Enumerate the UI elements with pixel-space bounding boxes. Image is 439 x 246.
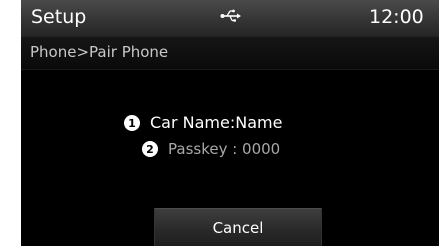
clock: 12:00 bbox=[369, 6, 424, 28]
passkey-row: 2 Passkey : 0000 bbox=[142, 139, 280, 159]
usb-icon bbox=[220, 8, 242, 24]
breadcrumb: Phone>Pair Phone bbox=[30, 43, 169, 61]
screen-title: Setup bbox=[31, 6, 87, 28]
number-badge-1: 1 bbox=[124, 115, 140, 131]
pair-phone-screen: Setup 12:00 Phone>Pair Phone 1 Car Name:… bbox=[21, 0, 439, 246]
car-name-row: 1 Car Name:Name bbox=[124, 113, 282, 133]
cancel-button[interactable]: Cancel bbox=[154, 208, 322, 246]
car-name-text: Car Name:Name bbox=[150, 113, 283, 132]
number-badge-2: 2 bbox=[142, 141, 158, 157]
status-bar: Setup 12:00 bbox=[21, 0, 439, 36]
passkey-text: Passkey : 0000 bbox=[168, 140, 281, 158]
breadcrumb-bar: Phone>Pair Phone bbox=[21, 36, 439, 70]
